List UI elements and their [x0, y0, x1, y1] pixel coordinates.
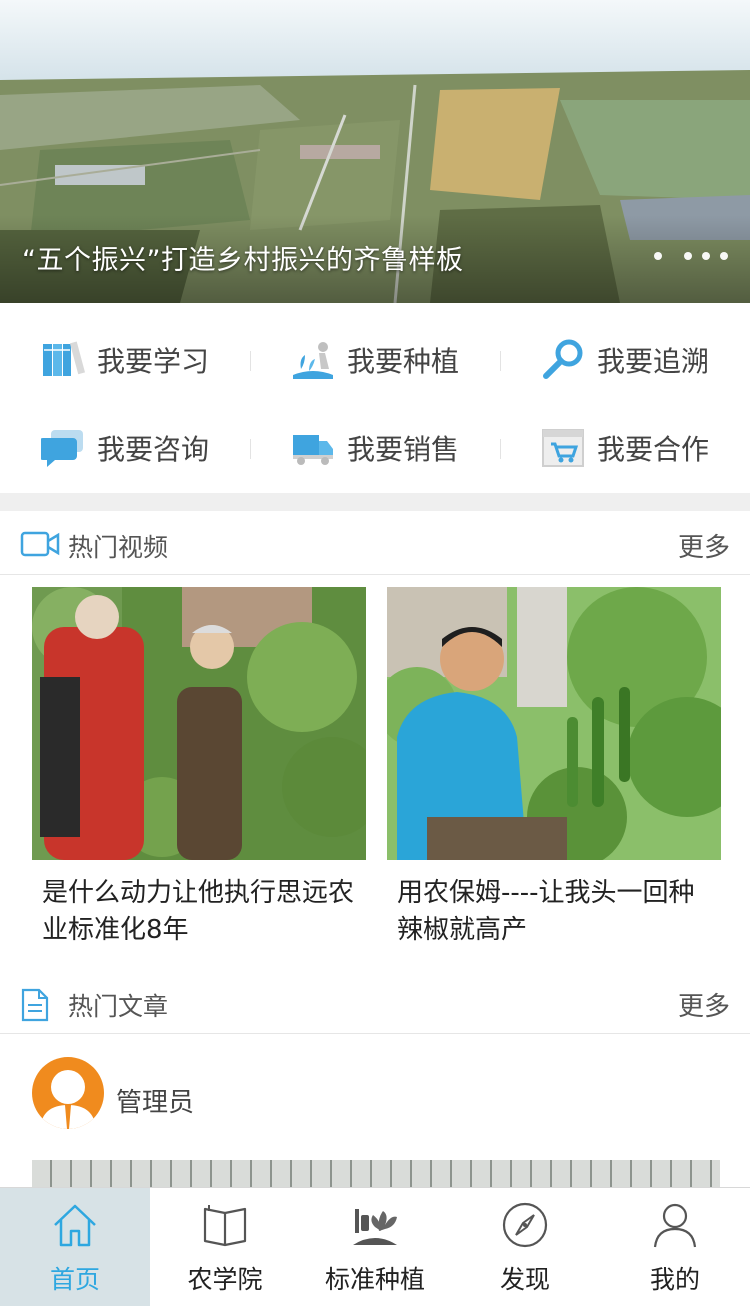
carousel-indicator — [654, 252, 728, 260]
books-icon — [41, 338, 85, 382]
quick-action-label: 我要种植 — [346, 345, 459, 378]
compass-icon — [500, 1200, 550, 1250]
video-card[interactable]: 用农保姆----让我头一回种辣椒就高产 — [387, 587, 721, 945]
carousel-dot[interactable] — [654, 252, 662, 260]
hot-videos-more-link[interactable]: 更多 — [678, 527, 730, 564]
author-name[interactable]: 管理员 — [116, 1082, 194, 1119]
hot-videos-header: 热门视频 更多 — [0, 513, 750, 575]
tab-academy[interactable]: 农学院 — [150, 1188, 300, 1306]
home-icon — [50, 1200, 100, 1250]
tab-discover[interactable]: 发现 — [450, 1188, 600, 1306]
carousel-dot[interactable] — [702, 252, 710, 260]
banner-carousel[interactable]: “五个振兴”打造乡村振兴的齐鲁样板 — [0, 0, 750, 303]
video-thumbnail[interactable] — [32, 587, 366, 860]
tab-label: 农学院 — [187, 1265, 263, 1294]
hot-articles-header: 热门文章 更多 — [0, 972, 750, 1034]
video-title[interactable]: 是什么动力让他执行思远农业标准化8年 — [42, 875, 362, 949]
quick-action-learn[interactable]: 我要学习 — [0, 315, 250, 405]
video-camera-icon — [20, 529, 60, 563]
book-icon — [200, 1200, 250, 1250]
video-thumbnail[interactable] — [387, 587, 721, 860]
avatar — [32, 1057, 104, 1129]
document-icon — [20, 988, 50, 1026]
carousel-dot[interactable] — [684, 252, 692, 260]
shopping-cart-icon — [541, 426, 585, 470]
tab-standard-planting[interactable]: 标准种植 — [300, 1188, 450, 1306]
video-card[interactable]: 是什么动力让他执行思远农业标准化8年 — [32, 587, 366, 945]
quick-action-label: 我要咨询 — [96, 433, 209, 466]
carousel-dot[interactable] — [720, 252, 728, 260]
quick-action-label: 我要销售 — [346, 433, 459, 466]
quick-action-label: 我要学习 — [96, 345, 209, 378]
tab-label: 我的 — [649, 1265, 700, 1294]
tab-home[interactable]: 首页 — [0, 1188, 150, 1306]
quick-action-label: 我要合作 — [596, 433, 709, 466]
article-cover-image[interactable] — [32, 1160, 720, 1190]
hot-articles-more-link[interactable]: 更多 — [678, 986, 730, 1023]
quick-action-cooperate[interactable]: 我要合作 — [500, 403, 750, 493]
truck-icon — [291, 426, 335, 470]
user-icon — [650, 1200, 700, 1250]
section-divider — [0, 493, 750, 511]
quick-actions-grid: 我要学习 我要种植 我要追溯 我要咨询 我要销售 我要合作 — [0, 303, 750, 493]
hot-articles-title: 热门文章 — [68, 992, 169, 1021]
banner-caption[interactable]: “五个振兴”打造乡村振兴的齐鲁样板 — [22, 238, 463, 277]
hot-videos-title: 热门视频 — [68, 533, 169, 562]
tab-mine[interactable]: 我的 — [600, 1188, 750, 1306]
quick-action-trace[interactable]: 我要追溯 — [500, 315, 750, 405]
magnifier-icon — [541, 338, 585, 382]
quick-action-label: 我要追溯 — [596, 345, 709, 378]
quick-action-plant[interactable]: 我要种植 — [250, 315, 500, 405]
plant-tools-icon — [350, 1200, 400, 1250]
quick-action-consult[interactable]: 我要咨询 — [0, 403, 250, 493]
quick-action-sell[interactable]: 我要销售 — [250, 403, 500, 493]
chat-bubble-icon — [40, 426, 85, 470]
video-title[interactable]: 用农保姆----让我头一回种辣椒就高产 — [397, 875, 717, 949]
tab-label: 发现 — [499, 1265, 550, 1294]
bottom-tab-bar: 首页 农学院 标准种植 发现 我的 — [0, 1187, 750, 1306]
planting-icon — [291, 338, 335, 382]
article-author[interactable] — [32, 1057, 104, 1129]
tab-label: 标准种植 — [324, 1265, 425, 1294]
tab-label: 首页 — [49, 1265, 100, 1294]
